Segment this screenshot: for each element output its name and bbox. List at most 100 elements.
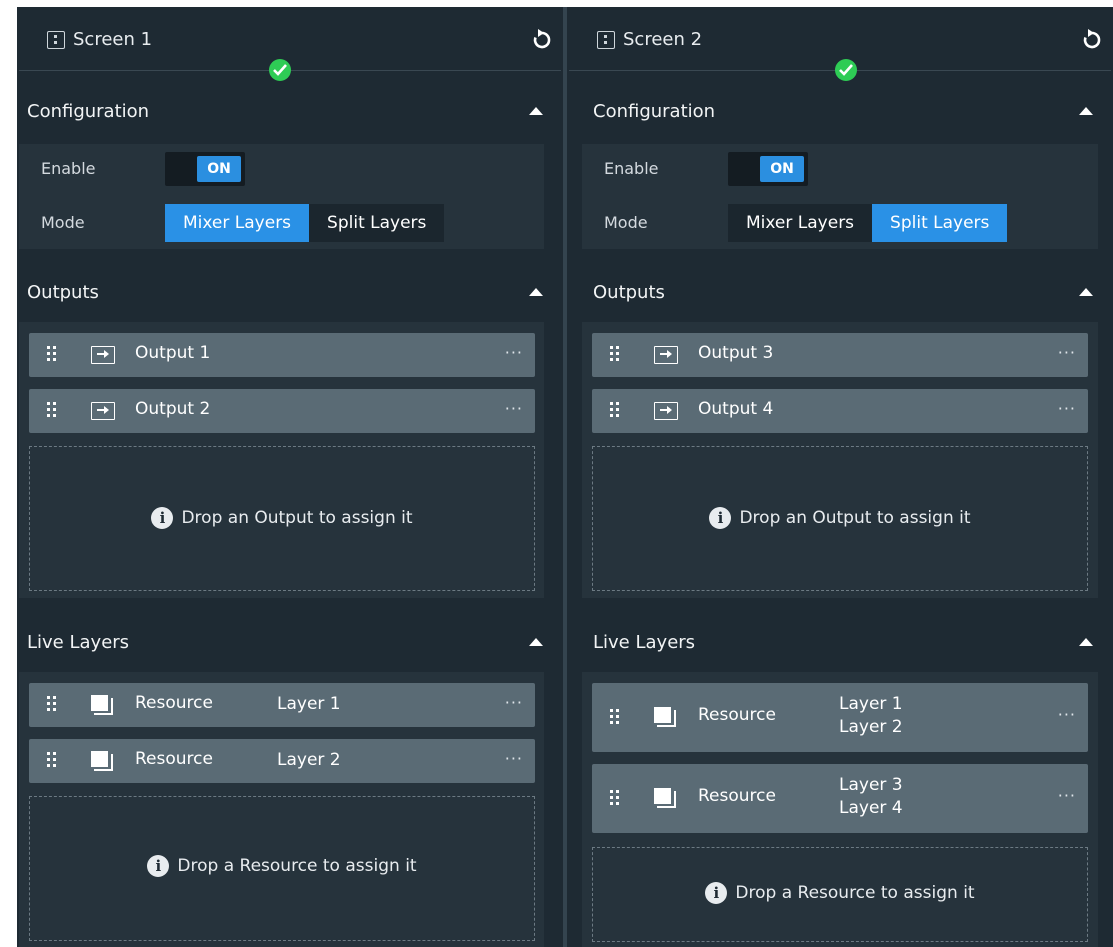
- outputs-header[interactable]: Outputs: [17, 274, 563, 314]
- drag-handle-icon[interactable]: [47, 696, 57, 712]
- layer-label: Layer 2: [839, 717, 903, 737]
- output-label: Output 4: [698, 399, 774, 419]
- more-options-icon[interactable]: ···: [505, 343, 523, 362]
- configuration-heading: Configuration: [27, 101, 150, 122]
- screen-header: Screen 2: [567, 7, 1113, 81]
- reset-icon[interactable]: [529, 27, 555, 53]
- live-layers-header[interactable]: Live Layers: [567, 624, 1113, 664]
- live-layers-heading: Live Layers: [593, 632, 696, 653]
- output-icon: [654, 346, 678, 364]
- status-ok-icon: [835, 59, 857, 81]
- drag-handle-icon[interactable]: [610, 790, 620, 806]
- enable-row: Enable ON: [19, 150, 544, 188]
- mode-label: Mode: [41, 213, 85, 232]
- enable-label: Enable: [41, 159, 96, 178]
- resource-icon: [91, 695, 115, 715]
- layer-label: Layer 2: [277, 750, 341, 770]
- more-options-icon[interactable]: ···: [1058, 786, 1076, 805]
- screen-title-text: Screen 1: [73, 29, 153, 50]
- resource-label: Resource: [698, 705, 776, 725]
- configuration-panel: Enable ON Mode Mixer Layers Split Layers: [19, 144, 544, 249]
- layer-item[interactable]: Resource Layer 2 ···: [29, 739, 535, 783]
- resource-icon: [654, 788, 678, 808]
- toggle-on-label: ON: [197, 156, 241, 182]
- info-icon: i: [147, 855, 170, 877]
- output-drop-zone[interactable]: i Drop an Output to assign it: [592, 446, 1088, 591]
- resource-icon: [91, 751, 115, 771]
- collapse-icon[interactable]: [1079, 638, 1093, 646]
- output-icon: [91, 402, 115, 420]
- drag-handle-icon[interactable]: [47, 346, 57, 362]
- resource-icon: [654, 707, 678, 727]
- layer-label: Layer 1: [277, 694, 341, 714]
- output-item[interactable]: Output 2 ···: [29, 389, 535, 433]
- collapse-icon[interactable]: [1079, 107, 1093, 115]
- enable-row: Enable ON: [582, 150, 1098, 188]
- resource-drop-zone[interactable]: i Drop a Resource to assign it: [592, 847, 1088, 942]
- live-layers-heading: Live Layers: [27, 632, 130, 653]
- screen-icon: [597, 30, 615, 49]
- configuration-header[interactable]: Configuration: [567, 93, 1113, 133]
- output-drop-zone[interactable]: i Drop an Output to assign it: [29, 446, 535, 591]
- collapse-icon[interactable]: [529, 107, 543, 115]
- enable-toggle[interactable]: ON: [165, 152, 245, 186]
- screen-panel-2: Screen 2 Configuration Enable ON Mode Mi…: [567, 7, 1113, 947]
- output-label: Output 2: [135, 399, 211, 419]
- layer-label: Layer 4: [839, 798, 903, 818]
- live-layers-panel: Resource Layer 1 Layer 2 ··· Resource La…: [582, 672, 1098, 947]
- live-layers-panel: Resource Layer 1 ··· Resource Layer 2 ··…: [19, 672, 544, 947]
- output-label: Output 3: [698, 343, 774, 363]
- collapse-icon[interactable]: [529, 638, 543, 646]
- more-options-icon[interactable]: ···: [1058, 399, 1076, 418]
- drop-message-text: Drop a Resource to assign it: [735, 883, 975, 903]
- output-icon: [654, 402, 678, 420]
- more-options-icon[interactable]: ···: [1058, 705, 1076, 724]
- reset-icon[interactable]: [1079, 27, 1105, 53]
- output-item[interactable]: Output 1 ···: [29, 333, 535, 377]
- layer-item[interactable]: Resource Layer 1 ···: [29, 683, 535, 727]
- mode-row: Mode Mixer Layers Split Layers: [582, 204, 1098, 242]
- mode-option-mixer-layers[interactable]: Mixer Layers: [165, 204, 310, 242]
- drop-message-text: Drop an Output to assign it: [181, 508, 413, 528]
- mode-segmented-control: Mixer Layers Split Layers: [728, 204, 1008, 242]
- mode-option-split-layers[interactable]: Split Layers: [872, 204, 1008, 242]
- drop-message-text: Drop an Output to assign it: [739, 508, 971, 528]
- drag-handle-icon[interactable]: [610, 346, 620, 362]
- layer-label: Layer 1: [839, 694, 903, 714]
- drop-message: i Drop a Resource to assign it: [30, 855, 534, 877]
- live-layers-header[interactable]: Live Layers: [17, 624, 563, 664]
- drag-handle-icon[interactable]: [610, 402, 620, 418]
- drag-handle-icon[interactable]: [47, 752, 57, 768]
- collapse-icon[interactable]: [1079, 288, 1093, 296]
- drag-handle-icon[interactable]: [47, 402, 57, 418]
- mode-option-split-layers[interactable]: Split Layers: [309, 204, 444, 242]
- mode-segmented-control: Mixer Layers Split Layers: [165, 204, 445, 242]
- output-item[interactable]: Output 3 ···: [592, 333, 1088, 377]
- resource-label: Resource: [135, 693, 213, 713]
- more-options-icon[interactable]: ···: [1058, 343, 1076, 362]
- layer-item[interactable]: Resource Layer 3 Layer 4 ···: [592, 764, 1088, 833]
- mode-option-mixer-layers[interactable]: Mixer Layers: [728, 204, 872, 242]
- more-options-icon[interactable]: ···: [505, 749, 523, 768]
- outputs-panel: Output 1 ··· Output 2 ··· i Drop an Outp…: [19, 322, 544, 598]
- info-icon: i: [151, 507, 174, 529]
- resource-drop-zone[interactable]: i Drop a Resource to assign it: [29, 796, 535, 941]
- configuration-heading: Configuration: [593, 101, 716, 122]
- configuration-header[interactable]: Configuration: [17, 93, 563, 133]
- output-item[interactable]: Output 4 ···: [592, 389, 1088, 433]
- enable-toggle[interactable]: ON: [728, 152, 808, 186]
- more-options-icon[interactable]: ···: [505, 399, 523, 418]
- layer-label: Layer 3: [839, 775, 903, 795]
- configuration-panel: Enable ON Mode Mixer Layers Split Layers: [582, 144, 1098, 249]
- drop-message: i Drop a Resource to assign it: [593, 882, 1087, 904]
- drop-message-text: Drop a Resource to assign it: [177, 856, 417, 876]
- drop-message: i Drop an Output to assign it: [593, 507, 1087, 529]
- status-ok-icon: [269, 59, 291, 81]
- collapse-icon[interactable]: [529, 288, 543, 296]
- drag-handle-icon[interactable]: [610, 709, 620, 725]
- outputs-header[interactable]: Outputs: [567, 274, 1113, 314]
- more-options-icon[interactable]: ···: [505, 693, 523, 712]
- drop-message: i Drop an Output to assign it: [30, 507, 534, 529]
- screen-title: Screen 1: [47, 29, 152, 50]
- layer-item[interactable]: Resource Layer 1 Layer 2 ···: [592, 683, 1088, 752]
